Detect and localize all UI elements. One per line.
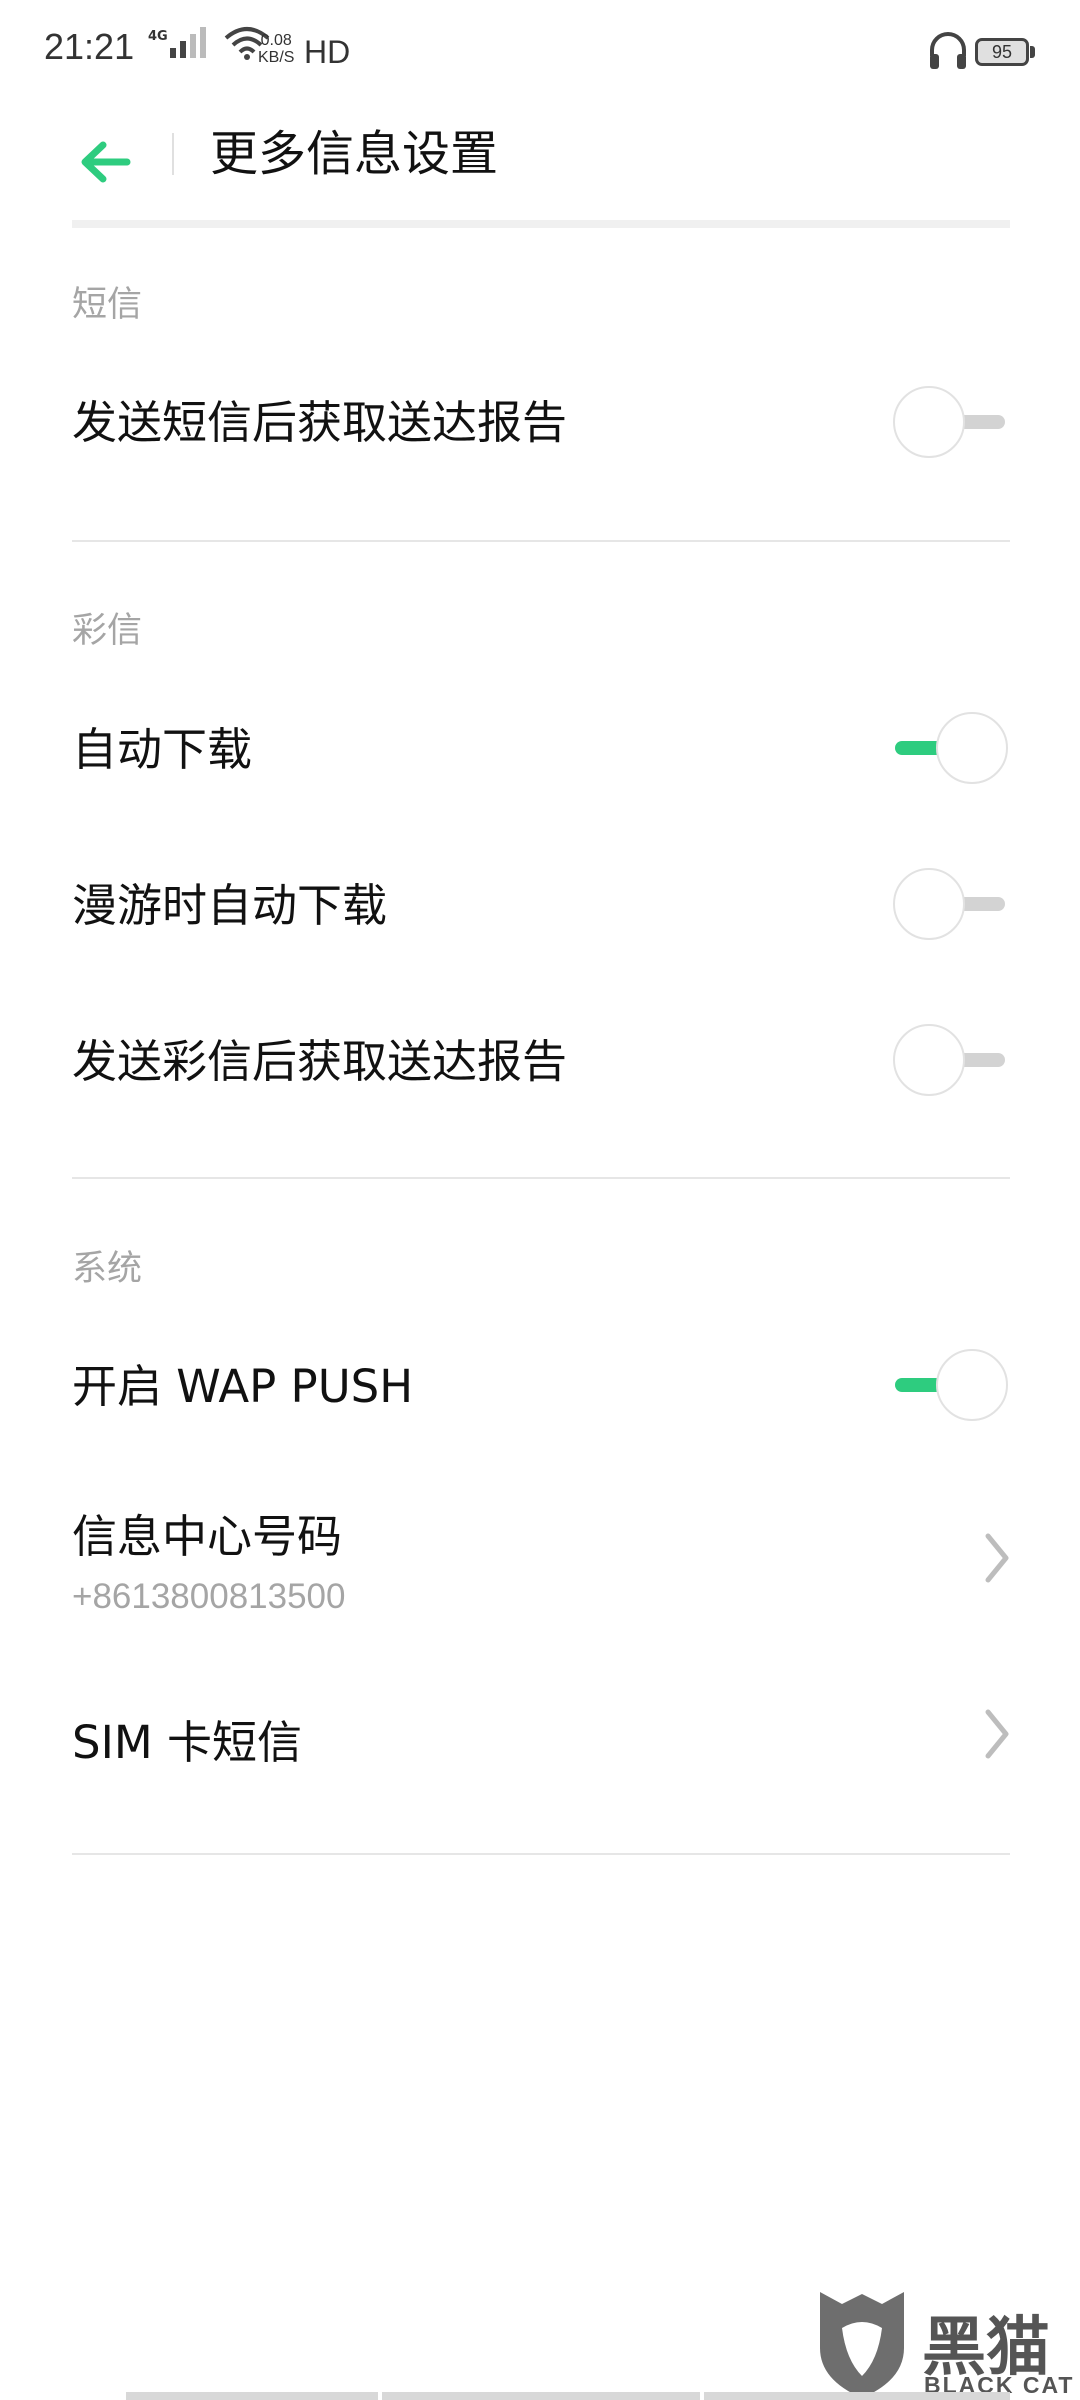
battery-tip xyxy=(1030,46,1035,58)
toggle-knob xyxy=(893,386,965,458)
message-center-label: 信息中心号码 xyxy=(72,1510,343,1563)
toggle-knob xyxy=(893,868,965,940)
mms-auto-download-label: 自动下载 xyxy=(72,723,253,776)
black-cat-watermark: 黑猫 BLACK CAT xyxy=(812,2288,1080,2400)
wap-push-toggle[interactable] xyxy=(893,1349,1008,1421)
nav-hint-bar xyxy=(382,2392,700,2400)
mms-roaming-download-label: 漫游时自动下载 xyxy=(72,879,388,932)
status-time: 21:21 xyxy=(44,26,135,67)
chevron-right-icon xyxy=(985,1709,1009,1759)
settings-screen: 21:21 4G 0.08 KB/S HD 95 更多信息设置 短信 发送短信后… xyxy=(0,0,1080,2400)
network-speed: 0.08 KB/S xyxy=(258,32,294,66)
section-divider xyxy=(72,1177,1010,1179)
mms-roaming-download-toggle[interactable] xyxy=(893,868,1008,940)
sms-delivery-report-label: 发送短信后获取送达报告 xyxy=(72,396,568,449)
section-header-mms: 彩信 xyxy=(72,611,143,651)
battery-indicator: 95 xyxy=(975,38,1029,66)
headset-icon xyxy=(930,32,966,69)
chevron-right-icon xyxy=(985,1533,1009,1583)
nav-hint-bar xyxy=(704,2392,1010,2400)
network-speed-value: 0.08 xyxy=(260,32,292,49)
mms-delivery-report-toggle[interactable] xyxy=(893,1024,1008,1096)
section-header-sms: 短信 xyxy=(72,285,143,325)
sim-card-sms-label: SIM 卡短信 xyxy=(72,1716,302,1769)
mms-auto-download-toggle[interactable] xyxy=(893,712,1008,784)
toggle-knob xyxy=(936,712,1008,784)
page-title: 更多信息设置 xyxy=(210,126,499,182)
section-divider xyxy=(72,1853,1010,1855)
hd-label: HD xyxy=(304,34,351,70)
wap-push-label: 开启 WAP PUSH xyxy=(72,1360,414,1413)
signal-icon xyxy=(169,27,206,58)
nav-hint-bar xyxy=(126,2392,378,2400)
message-center-number: +8613800813500 xyxy=(72,1577,346,1616)
network-type-label: 4G xyxy=(148,28,168,44)
title-bar: 更多信息设置 xyxy=(0,105,1080,220)
arrow-left-icon xyxy=(81,141,131,183)
cat-shield-logo xyxy=(820,2292,904,2398)
battery-level: 95 xyxy=(991,41,1013,62)
header-separator xyxy=(72,220,1010,228)
section-header-system: 系统 xyxy=(72,1249,143,1289)
section-divider xyxy=(72,540,1010,542)
signal-group: 4G xyxy=(148,26,270,60)
network-speed-unit: KB/S xyxy=(258,49,295,66)
toggle-knob xyxy=(936,1349,1008,1421)
mms-delivery-report-label: 发送彩信后获取送达报告 xyxy=(72,1035,568,1088)
status-bar: 21:21 4G 0.08 KB/S HD 95 xyxy=(0,0,1080,105)
back-button[interactable] xyxy=(70,127,140,197)
title-divider xyxy=(172,133,174,175)
toggle-knob xyxy=(893,1024,965,1096)
sms-delivery-report-toggle[interactable] xyxy=(893,386,1008,458)
